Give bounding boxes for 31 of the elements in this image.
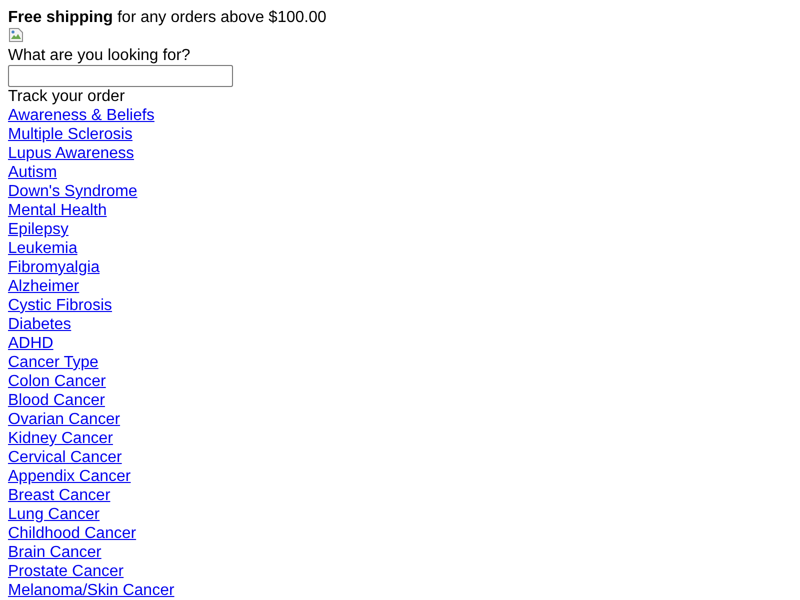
category-link[interactable]: Childhood Cancer [8,525,136,542]
category-link[interactable]: Kidney Cancer [8,430,113,447]
category-link[interactable]: Multiple Sclerosis [8,126,132,143]
category-link[interactable]: Colon Cancer [8,373,106,390]
announcement-text: Free shipping for any orders above $100.00 [8,9,326,26]
category-link[interactable]: Cystic Fibrosis [8,297,112,314]
category-link[interactable]: Prostate Cancer [8,563,124,580]
category-link[interactable]: Brain Cancer [8,544,102,561]
search-label: What are you looking for? [8,47,190,64]
track-order-text: Track your order [8,88,125,105]
category-link[interactable]: Alzheimer [8,278,80,295]
category-link[interactable]: Lung Cancer [8,506,100,523]
category-link[interactable]: Fibromyalgia [8,259,100,276]
category-link[interactable]: Appendix Cancer [8,468,131,485]
category-link[interactable]: Blood Cancer [8,392,105,409]
category-link[interactable]: Awareness & Beliefs [8,107,154,124]
search-field[interactable] [8,65,233,87]
category-link[interactable]: Autism [8,164,57,181]
category-link[interactable]: Lupus Awareness [8,145,134,162]
category-link[interactable]: Cancer Type [8,354,98,371]
category-link[interactable]: Epilepsy [8,221,68,238]
category-link[interactable]: Leukemia [8,240,78,257]
category-link[interactable]: Cervical Cancer [8,449,122,466]
category-link[interactable]: Melanoma/Skin Cancer [8,582,174,599]
category-link[interactable]: Down's Syndrome [8,183,138,200]
category-link[interactable]: ADHD [8,335,54,352]
category-link[interactable]: Mental Health [8,202,107,219]
category-link[interactable]: Breast Cancer [8,487,110,504]
category-link[interactable]: Ovarian Cancer [8,411,120,428]
category-link[interactable]: Diabetes [8,316,72,333]
broken-image-icon [8,27,24,43]
